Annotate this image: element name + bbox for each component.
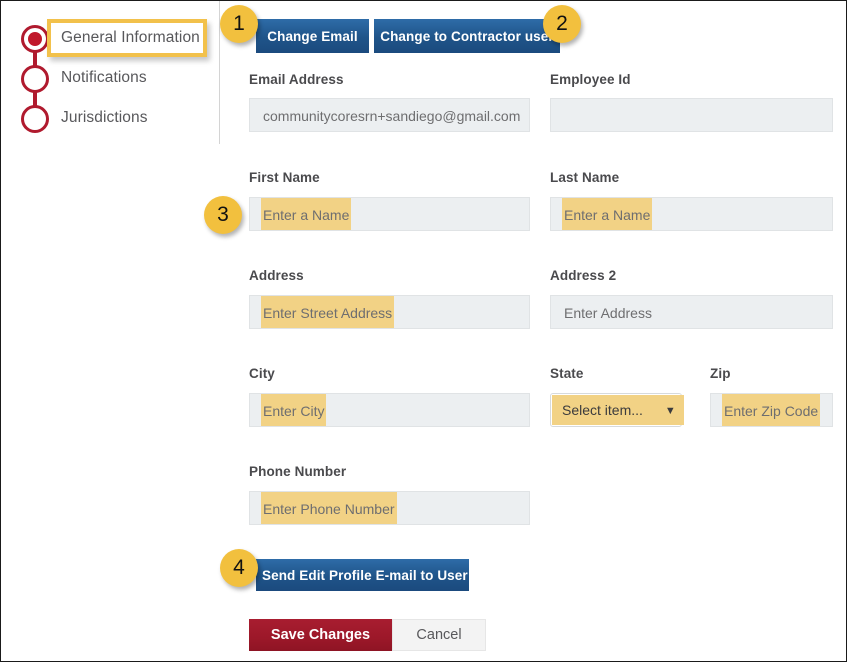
- phone-number-label: Phone Number: [249, 464, 347, 479]
- sidebar-item-notifications[interactable]: Notifications: [61, 69, 147, 87]
- change-to-contractor-user-button[interactable]: Change to Contractor user: [374, 19, 560, 53]
- email-address-label: Email Address: [249, 72, 344, 87]
- city-label: City: [249, 366, 275, 381]
- profile-editor-screen: General Information Notifications Jurisd…: [0, 0, 847, 662]
- first-name-placeholder: Enter a Name: [261, 198, 352, 230]
- address-label: Address: [249, 268, 304, 283]
- zip-input[interactable]: Enter Zip Code: [710, 393, 833, 427]
- callout-badge-3: 3: [204, 196, 242, 234]
- callout-badge-4: 4: [220, 549, 258, 587]
- phone-number-input[interactable]: Enter Phone Number: [249, 491, 530, 525]
- first-name-label: First Name: [249, 170, 320, 185]
- address2-placeholder: Enter Address: [564, 305, 652, 321]
- cancel-button[interactable]: Cancel: [392, 619, 486, 651]
- city-input[interactable]: Enter City: [249, 393, 530, 427]
- state-select-inner: Select item... ▼: [552, 395, 684, 425]
- save-changes-button[interactable]: Save Changes: [249, 619, 392, 651]
- state-select-value: Select item...: [562, 402, 643, 418]
- step-dot-notifications[interactable]: [21, 65, 49, 93]
- change-email-button[interactable]: Change Email: [256, 19, 369, 53]
- address2-input[interactable]: Enter Address: [550, 295, 833, 329]
- city-placeholder: Enter City: [261, 394, 327, 426]
- chevron-down-icon: ▼: [664, 405, 676, 417]
- address-placeholder: Enter Street Address: [261, 296, 395, 328]
- address-input[interactable]: Enter Street Address: [249, 295, 530, 329]
- first-name-input[interactable]: Enter a Name: [249, 197, 530, 231]
- callout-badge-2: 2: [543, 5, 581, 43]
- step-dot-general-information[interactable]: [21, 25, 49, 53]
- callout-badge-1: 1: [220, 5, 258, 43]
- employee-id-label: Employee Id: [550, 72, 631, 87]
- zip-placeholder: Enter Zip Code: [722, 394, 821, 426]
- sidebar-item-jurisdictions[interactable]: Jurisdictions: [61, 109, 148, 127]
- wizard-sidebar: General Information Notifications Jurisd…: [1, 1, 219, 661]
- sidebar-item-general-information[interactable]: General Information: [61, 29, 200, 47]
- phone-number-placeholder: Enter Phone Number: [261, 492, 397, 524]
- general-information-form: Change Email Change to Contractor user E…: [249, 1, 846, 661]
- email-address-value: communitycoresrn+sandiego@gmail.com: [263, 108, 521, 124]
- zip-label: Zip: [710, 366, 731, 381]
- address2-label: Address 2: [550, 268, 617, 283]
- employee-id-input[interactable]: [550, 98, 833, 132]
- step-dot-jurisdictions[interactable]: [21, 105, 49, 133]
- last-name-placeholder: Enter a Name: [562, 198, 653, 230]
- employee-id-value: [562, 118, 566, 120]
- last-name-label: Last Name: [550, 170, 620, 185]
- state-label: State: [550, 366, 584, 381]
- state-select[interactable]: Select item... ▼: [550, 393, 684, 427]
- email-address-input[interactable]: communitycoresrn+sandiego@gmail.com: [249, 98, 530, 132]
- last-name-input[interactable]: Enter a Name: [550, 197, 833, 231]
- send-edit-profile-email-button[interactable]: Send Edit Profile E-mail to User: [256, 559, 469, 591]
